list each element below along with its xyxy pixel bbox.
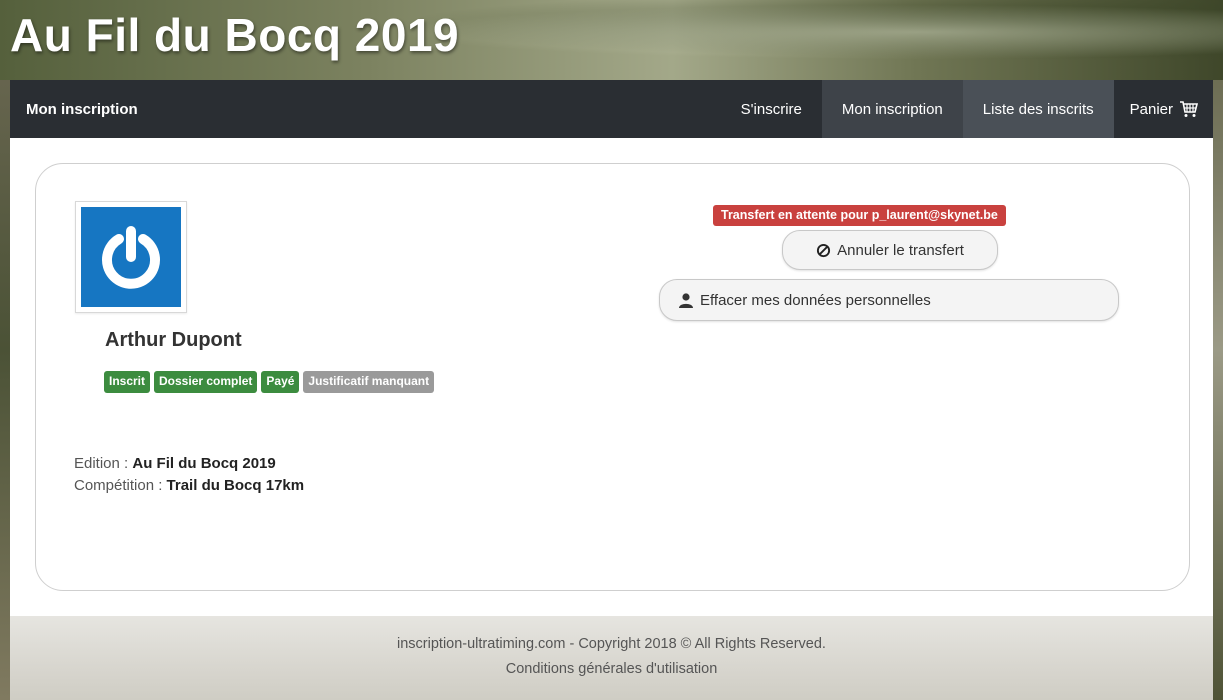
footer-terms-link[interactable]: Conditions générales d'utilisation bbox=[10, 661, 1213, 677]
site-title: Au Fil du Bocq 2019 bbox=[10, 9, 460, 61]
erase-personal-data-label: Effacer mes données personnelles bbox=[700, 291, 931, 309]
user-name: Arthur Dupont bbox=[105, 329, 242, 351]
edition-value: Au Fil du Bocq 2019 bbox=[132, 455, 276, 472]
status-badge-inscrit: Inscrit bbox=[104, 371, 151, 393]
nav-item-liste-des-inscrits[interactable]: Liste des inscrits bbox=[962, 80, 1114, 138]
footer-copyright: inscription-ultratiming.com - Copyright … bbox=[397, 636, 826, 652]
header-banner: Au Fil du Bocq 2019 bbox=[0, 0, 1223, 80]
nav-item-panier[interactable]: Panier bbox=[1114, 80, 1213, 138]
power-logo-icon bbox=[81, 207, 181, 307]
competition-row: Compétition : Trail du Bocq 17km bbox=[74, 475, 304, 497]
status-badge-dossier-complet: Dossier complet bbox=[154, 371, 258, 393]
cancel-transfer-label: Annuler le transfert bbox=[837, 241, 964, 259]
background-left bbox=[0, 0, 10, 700]
competition-value: Trail du Bocq 17km bbox=[166, 477, 305, 494]
status-badge-paye: Payé bbox=[261, 371, 300, 393]
avatar bbox=[75, 201, 187, 313]
cart-icon bbox=[1179, 100, 1199, 118]
footer: inscription-ultratiming.com - Copyright … bbox=[10, 616, 1213, 700]
nav-item-mon-inscription[interactable]: Mon inscription bbox=[821, 80, 963, 138]
status-badge-justificatif-manquant: Justificatif manquant bbox=[303, 371, 435, 393]
ban-icon bbox=[816, 243, 831, 258]
erase-personal-data-button[interactable]: Effacer mes données personnelles bbox=[659, 279, 1119, 321]
navbar-brand[interactable]: Mon inscription bbox=[10, 80, 721, 138]
background-right bbox=[1213, 0, 1223, 700]
nav-item-panier-label: Panier bbox=[1129, 100, 1173, 118]
navbar: Mon inscription S'inscrire Mon inscripti… bbox=[10, 80, 1213, 138]
main-content: Arthur Dupont Inscrit Dossier complet Pa… bbox=[10, 138, 1213, 616]
edition-label: Edition : bbox=[74, 455, 129, 472]
registration-info: Edition : Au Fil du Bocq 2019 Compétitio… bbox=[74, 453, 304, 497]
nav-item-sinscrire[interactable]: S'inscrire bbox=[721, 80, 822, 138]
status-badges: Inscrit Dossier complet Payé Justificati… bbox=[104, 371, 435, 393]
cancel-transfer-button[interactable]: Annuler le transfert bbox=[782, 230, 998, 270]
edition-row: Edition : Au Fil du Bocq 2019 bbox=[74, 453, 304, 475]
transfer-pending-alert: Transfert en attente pour p_laurent@skyn… bbox=[713, 205, 1006, 226]
competition-label: Compétition : bbox=[74, 477, 163, 494]
user-icon bbox=[678, 292, 694, 308]
registration-card: Arthur Dupont Inscrit Dossier complet Pa… bbox=[35, 163, 1190, 591]
